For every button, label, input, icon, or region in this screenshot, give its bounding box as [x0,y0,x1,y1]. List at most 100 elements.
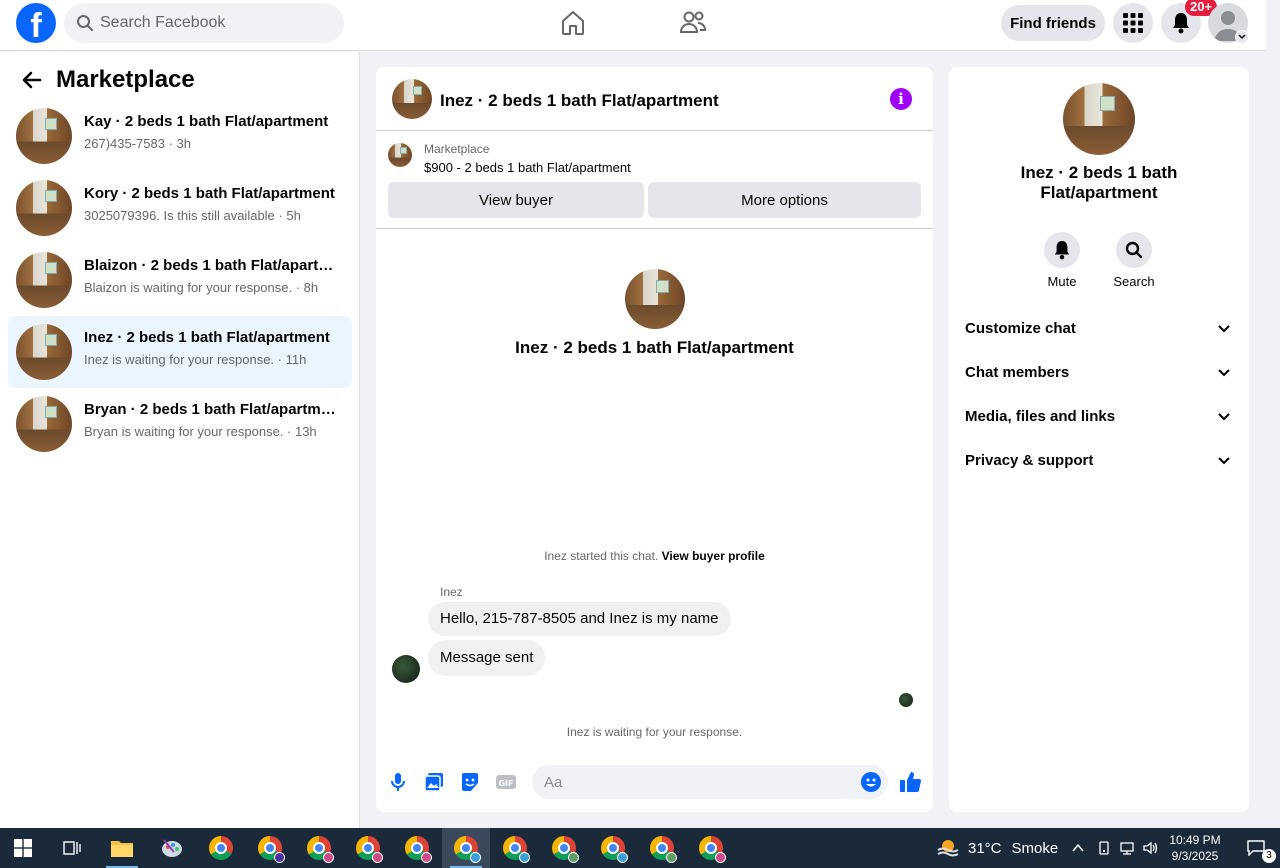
listing-source: Marketplace [424,142,490,156]
search-icon [1125,241,1143,259]
message-composer[interactable] [532,765,888,799]
search-action[interactable]: Search [1104,232,1164,289]
menu-grid-icon [1123,13,1143,33]
taskbar-chrome-5[interactable] [393,828,441,868]
network-icon[interactable] [1119,840,1135,856]
volume-icon[interactable] [1142,840,1158,856]
section-privacy-support[interactable]: Privacy & support [965,447,1233,475]
taskbar-chrome-6-active[interactable] [442,828,490,868]
chat-profile-thumbnail[interactable] [625,269,685,329]
taskbar-chrome-2[interactable] [246,828,294,868]
clock-date: 9/3/2025 [1171,849,1219,863]
sender-avatar[interactable] [392,655,420,683]
section-label: Media, files and links [965,408,1116,425]
conversation-item-inez[interactable]: Inez · 2 beds 1 bath Flat/apartment Inez… [8,316,352,388]
info-icon[interactable]: i [890,88,912,110]
chevron-down-icon [1218,325,1230,333]
bell-icon [1054,241,1070,260]
taskbar-file-explorer[interactable] [98,828,146,868]
microphone-icon[interactable] [387,771,409,793]
view-buyer-profile-link[interactable]: View buyer profile [662,549,765,563]
photo-icon[interactable] [423,771,445,793]
chevron-up-icon[interactable] [1070,840,1086,856]
smoke-weather-icon [937,840,959,857]
search-conversation-button[interactable] [1116,232,1152,268]
conversation-name: Kory · 2 beds 1 bath Flat/apartment [84,185,335,202]
section-media-files-links[interactable]: Media, files and links [965,403,1233,431]
taskbar-paint-app[interactable] [148,828,196,868]
weather-widget[interactable]: 31°C Smoke [936,828,1058,868]
chrome-icon [601,836,628,863]
listing-thumbnail [16,324,72,380]
listing-price[interactable]: $900 - 2 beds 1 bath Flat/apartment [424,160,631,175]
menu-button[interactable] [1113,3,1153,43]
seen-indicator-avatar [899,693,913,707]
listing-mini-thumbnail[interactable] [388,143,412,167]
home-icon[interactable] [558,8,588,38]
section-label: Customize chat [965,320,1076,337]
taskbar-chrome-8[interactable] [540,828,588,868]
chrome-icon [699,836,726,863]
device-icon[interactable] [1096,840,1112,856]
back-arrow-icon[interactable] [20,68,44,92]
emoji-icon[interactable] [860,771,882,793]
sticker-icon[interactable] [459,771,481,793]
taskbar-chrome-9[interactable] [589,828,637,868]
waiting-notice: Inez is waiting for your response. [566,725,743,739]
conversation-preview: Bryan is waiting for your response. · 13… [84,424,317,439]
taskbar-chrome-1[interactable] [197,828,245,868]
like-thumb-icon[interactable] [899,770,923,794]
task-view-button[interactable] [48,828,96,868]
clock-time: 10:49 PM [1169,833,1221,847]
taskbar-chrome-4[interactable] [344,828,392,868]
section-customize-chat[interactable]: Customize chat [965,315,1233,343]
conversation-name: Bryan · 2 beds 1 bath Flat/apartment [84,401,340,418]
friends-icon[interactable] [678,8,708,38]
facebook-logo[interactable]: f [16,3,56,43]
conversation-preview: Blaizon is waiting for your response. · … [84,280,319,295]
taskbar-chrome-3[interactable] [295,828,343,868]
message-bubble[interactable]: Message sent [428,640,546,676]
windows-start-icon[interactable] [14,839,32,857]
marketplace-conversation-list: Marketplace Kay · 2 beds 1 bath Flat/apa… [0,52,360,828]
chrome-icon [258,836,285,863]
search-input[interactable] [100,3,336,43]
bell-icon [1173,13,1189,34]
account-menu-caret[interactable] [1235,30,1249,44]
chevron-down-icon [1218,369,1230,377]
conversation-item-bryan[interactable]: Bryan · 2 beds 1 bath Flat/apartment Bry… [8,388,352,460]
message-bubble[interactable]: Hello, 215-787-8505 and Inez is my name [428,602,731,636]
conversation-preview: Inez is waiting for your response. · 11h [84,352,307,367]
taskbar-chrome-7[interactable] [491,828,539,868]
conversation-item-blaizon[interactable]: Blaizon · 2 beds 1 bath Flat/apartm... B… [8,244,352,316]
listing-thumbnail [16,396,72,452]
section-chat-members[interactable]: Chat members [965,359,1233,387]
more-options-button[interactable]: More options [648,182,921,218]
system-clock[interactable]: 10:49 PM 9/3/2025 [1160,832,1230,864]
message-sender-name: Inez [440,585,463,599]
chrome-icon [356,836,383,863]
details-thumbnail[interactable] [1063,83,1135,155]
taskbar-chrome-10[interactable] [638,828,686,868]
mute-button[interactable] [1044,232,1080,268]
chat-header-thumbnail[interactable] [392,79,432,119]
search-box[interactable] [64,3,344,43]
chrome-icon [307,836,334,863]
chat-title[interactable]: Inez · 2 beds 1 bath Flat/apartment [440,91,719,111]
conversation-name: Inez · 2 beds 1 bath Flat/apartment [84,329,330,346]
conversation-name: Kay · 2 beds 1 bath Flat/apartment [84,113,329,130]
conversation-item-kay[interactable]: Kay · 2 beds 1 bath Flat/apartment 267)4… [8,100,352,172]
gif-icon[interactable]: GIF [495,771,517,793]
find-friends-button[interactable]: Find friends [1001,5,1105,41]
weather-temperature: 31°C [968,839,1002,857]
chrome-icon [552,836,579,863]
action-center-button[interactable]: 3 [1232,828,1280,868]
mute-action[interactable]: Mute [1032,232,1092,289]
conversation-item-kory[interactable]: Kory · 2 beds 1 bath Flat/apartment 3025… [8,172,352,244]
view-buyer-button[interactable]: View buyer [388,182,644,218]
message-input[interactable] [544,765,844,799]
taskbar-chrome-11[interactable] [687,828,735,868]
page-scrollbar[interactable] [1266,0,1280,828]
mute-label: Mute [1047,274,1077,289]
windows-taskbar: 31°C Smoke 10:49 PM 9/3/2025 3 [0,828,1280,868]
